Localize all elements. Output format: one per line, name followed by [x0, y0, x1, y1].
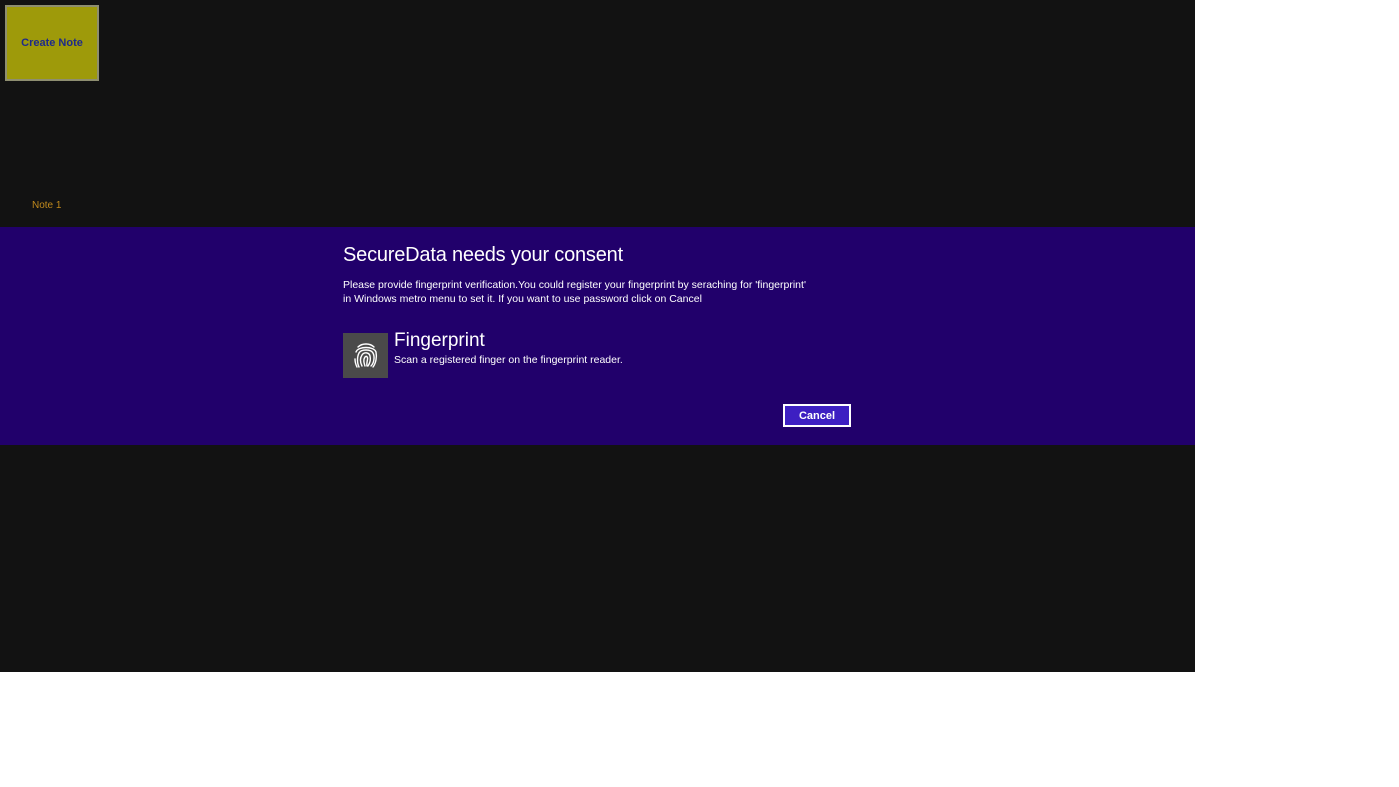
dialog-message-line-1: Please provide fingerprint verification.…: [343, 279, 806, 291]
fingerprint-icon: [343, 333, 388, 378]
fingerprint-subtitle: Scan a registered finger on the fingerpr…: [394, 354, 623, 366]
create-note-label: Create Note: [21, 37, 83, 49]
create-note-button[interactable]: Create Note: [5, 5, 99, 81]
dialog-title: SecureData needs your consent: [343, 244, 623, 266]
fingerprint-option: Fingerprint Scan a registered finger on …: [343, 330, 623, 378]
consent-dialog: SecureData needs your consent Please pro…: [0, 227, 1195, 445]
fingerprint-text: Fingerprint Scan a registered finger on …: [394, 329, 623, 367]
consent-dialog-content: SecureData needs your consent Please pro…: [343, 241, 853, 378]
dialog-message: Please provide fingerprint verification.…: [343, 278, 843, 306]
cancel-button[interactable]: Cancel: [783, 404, 851, 427]
note-item[interactable]: Note 1: [32, 200, 61, 211]
dialog-message-line-2: in Windows metro menu to set it. If you …: [343, 293, 702, 305]
app-window: Create Note Note 1 SecureData needs your…: [0, 0, 1195, 672]
fingerprint-title: Fingerprint: [394, 330, 485, 351]
